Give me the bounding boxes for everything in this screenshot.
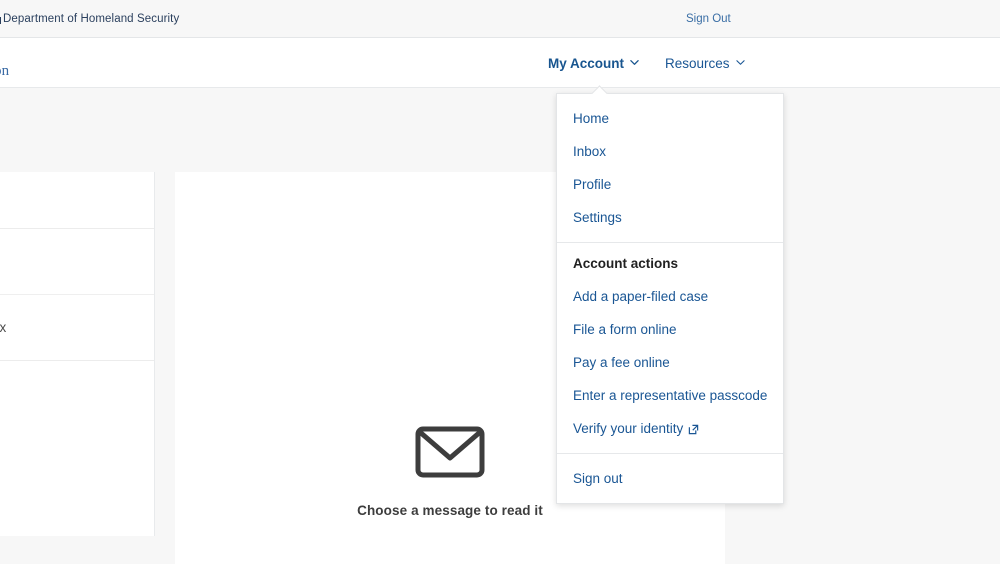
dropdown-account-actions-group: Account actions Add a paper-filed case F… <box>557 243 783 453</box>
uscis-logo[interactable]: nship gration <box>0 43 9 81</box>
sign-out-link-topbar[interactable]: Sign Out <box>686 13 731 25</box>
menu-item-settings[interactable]: Settings <box>557 201 783 234</box>
nav-item-my-account-label: My Account <box>548 55 625 71</box>
nav-item-resources-label: Resources <box>665 55 730 71</box>
envelope-icon <box>415 422 485 487</box>
dropdown-signout-group: Sign out <box>557 454 783 503</box>
us-flag-icon <box>0 15 1 24</box>
menu-item-add-paper-filed-case[interactable]: Add a paper-filed case <box>557 280 783 313</box>
site-header: nship gration My Account Resources <box>0 38 1000 88</box>
menu-item-verify-your-identity-label: Verify your identity <box>573 421 684 436</box>
list-item[interactable] <box>0 172 154 229</box>
list-item[interactable] <box>0 361 154 536</box>
menu-item-home[interactable]: Home <box>557 102 783 135</box>
menu-item-profile[interactable]: Profile <box>557 168 783 201</box>
primary-nav: My Account Resources <box>548 38 745 88</box>
dhs-agency-label: Department of Homeland Security <box>0 13 179 25</box>
nav-item-my-account[interactable]: My Account <box>548 56 639 71</box>
chevron-down-icon <box>630 58 639 67</box>
menu-item-pay-a-fee-online[interactable]: Pay a fee online <box>557 346 783 379</box>
menu-item-inbox[interactable]: Inbox <box>557 135 783 168</box>
empty-state-message: Choose a message to read it <box>357 503 543 518</box>
page-body: inbox Choose a message to read it <box>0 172 1000 564</box>
menu-item-verify-your-identity[interactable]: Verify your identity <box>557 412 783 445</box>
list-item-inbox[interactable]: inbox <box>0 295 154 361</box>
list-item-label: inbox <box>0 320 7 335</box>
inbox-sidebar: inbox <box>0 172 155 536</box>
dhs-agency-text: Department of Homeland Security <box>3 12 180 25</box>
nav-item-resources[interactable]: Resources <box>665 56 745 71</box>
menu-item-file-a-form-online[interactable]: File a form online <box>557 313 783 346</box>
dropdown-section-heading: Account actions <box>573 256 679 271</box>
list-item[interactable] <box>0 229 154 295</box>
chevron-down-icon <box>735 58 745 67</box>
dropdown-arrow <box>591 85 608 94</box>
page-banner-strip <box>0 89 1000 172</box>
menu-item-sign-out[interactable]: Sign out <box>557 462 783 495</box>
menu-item-enter-representative-passcode[interactable]: Enter a representative passcode <box>557 379 783 412</box>
my-account-dropdown-menu: Home Inbox Profile Settings Account acti… <box>556 93 784 504</box>
dropdown-primary-group: Home Inbox Profile Settings <box>557 94 783 242</box>
top-utility-bar: Department of Homeland Security Sign Out <box>0 0 1000 38</box>
logo-line-2: gration <box>0 63 10 79</box>
external-link-icon <box>688 419 699 442</box>
